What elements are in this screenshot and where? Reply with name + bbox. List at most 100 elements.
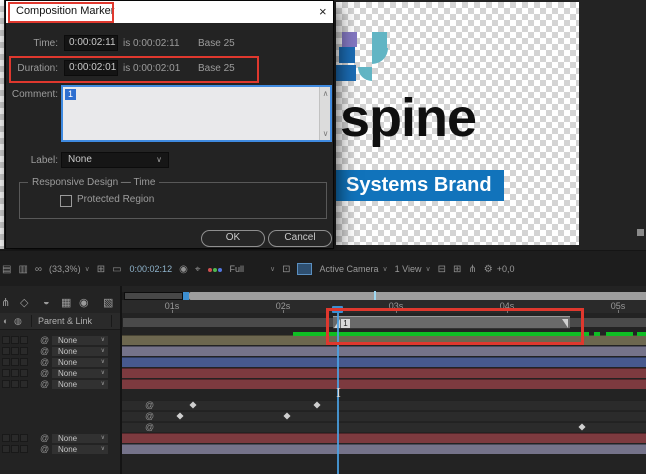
pickwhip-icon[interactable]: @	[40, 433, 49, 444]
view-layout-popup[interactable]: 1 View	[395, 264, 422, 274]
layer-switch-cell[interactable]	[11, 445, 19, 453]
logo-mark-square	[372, 48, 388, 64]
draft-3d-icon[interactable]: ◇	[20, 296, 28, 309]
comp-mini-flowchart-icon[interactable]: ⋔	[1, 296, 10, 309]
label-dropdown[interactable]: None ∨	[61, 152, 169, 168]
grid-guides-icon[interactable]: ⊞	[97, 264, 105, 275]
mini-flowchart-icon[interactable]: ⋔	[468, 264, 476, 275]
layer-switch-cell[interactable]	[20, 369, 28, 377]
monitor-icon[interactable]: ▤	[2, 264, 11, 275]
pixel-aspect-icon[interactable]: ⊟	[438, 264, 446, 275]
chevron-down-icon[interactable]: ∨	[383, 265, 388, 273]
parent-link-dropdown[interactable]: None ∨	[52, 369, 108, 378]
gear-icon[interactable]: ⚙	[484, 264, 493, 275]
layer-switch-cell[interactable]	[11, 380, 19, 388]
show-snapshot-icon[interactable]: ⌖	[195, 264, 201, 275]
layer-switch-cell[interactable]	[2, 445, 10, 453]
layer-switch-cell[interactable]	[11, 369, 19, 377]
close-icon[interactable]: ×	[319, 4, 327, 19]
magnification-ratio[interactable]: (33,3%)	[49, 264, 81, 274]
layer-switch-cell[interactable]	[20, 358, 28, 366]
scrollbar-thumb[interactable]	[637, 229, 644, 236]
comment-selected-text: 1	[65, 89, 76, 100]
layer-duration-bar[interactable]	[121, 346, 646, 356]
expression-pickwhip-icon[interactable]: @	[145, 422, 154, 433]
chevron-down-icon[interactable]: ∨	[426, 265, 431, 273]
panel-divider[interactable]	[120, 286, 122, 474]
protected-region-checkbox[interactable]	[60, 195, 72, 207]
layer-switch-cell[interactable]	[2, 369, 10, 377]
layer-switch-cell[interactable]	[20, 434, 28, 442]
preview-timecode[interactable]: 0:00:02:12	[130, 264, 173, 274]
layer-duration-bar[interactable]	[121, 433, 646, 443]
pickwhip-icon[interactable]: @	[40, 346, 49, 357]
time-input[interactable]: 0:00:02:11	[64, 35, 118, 51]
chevron-down-icon[interactable]: ∨	[270, 265, 275, 273]
property-row-track[interactable]	[121, 422, 646, 432]
scroll-down-icon[interactable]: ∨	[320, 129, 331, 138]
property-row-track[interactable]	[121, 411, 646, 421]
layer-switch-cell[interactable]	[20, 380, 28, 388]
parent-link-dropdown[interactable]: None ∨	[52, 445, 108, 454]
layer-switch-cell[interactable]	[20, 347, 28, 355]
layer-duration-bar[interactable]	[121, 379, 646, 389]
layer-switch-cell[interactable]	[20, 336, 28, 344]
shy-layers-icon[interactable]: ◒	[43, 296, 50, 308]
navigator-out-range[interactable]	[124, 292, 183, 300]
region-of-interest-icon[interactable]: ⊡	[282, 264, 290, 275]
graph-editor-icon[interactable]: ▧	[103, 296, 113, 309]
layer-switch-cell[interactable]	[11, 336, 19, 344]
parent-link-column-header[interactable]: Parent & Link	[38, 316, 92, 326]
pickwhip-icon[interactable]: @	[40, 357, 49, 368]
layer-duration-bar[interactable]	[121, 444, 646, 454]
parent-link-dropdown[interactable]: None ∨	[52, 336, 108, 345]
layer-switch-cell[interactable]	[11, 434, 19, 442]
timeline-navigator[interactable]	[120, 292, 646, 300]
parent-link-dropdown[interactable]: None ∨	[52, 358, 108, 367]
fast-previews-icon[interactable]: ⊞	[453, 264, 461, 275]
expression-pickwhip-icon[interactable]: @	[145, 411, 154, 422]
parent-link-dropdown[interactable]: None ∨	[52, 380, 108, 389]
layer-switch-cell[interactable]	[2, 434, 10, 442]
scroll-up-icon[interactable]: ∧	[320, 89, 331, 98]
layer-switch-cell[interactable]	[2, 358, 10, 366]
frame-blending-icon[interactable]: ▦	[61, 296, 71, 309]
ok-button[interactable]: OK	[201, 230, 265, 247]
protected-region-label: Protected Region	[77, 194, 154, 205]
screen-icon[interactable]: ▥	[18, 264, 27, 275]
camera-view-popup[interactable]: Active Camera	[319, 264, 378, 274]
layer-switch-cell[interactable]	[2, 347, 10, 355]
snapshot-camera-icon[interactable]: ◉	[179, 264, 188, 275]
layer-switch-cell[interactable]	[20, 445, 28, 453]
pickwhip-icon[interactable]: @	[40, 444, 49, 455]
timeline-layer-row: @ None ∨	[0, 357, 646, 368]
layer-switch-cell[interactable]	[2, 336, 10, 344]
layer-switch-cell[interactable]	[2, 380, 10, 388]
timeline-panel: ⋔ ◇ ◒ ▦ ◉ ▧ 01s 02s 03s	[0, 286, 646, 474]
cancel-button[interactable]: Cancel	[268, 230, 332, 247]
chevron-down-icon: ∨	[101, 380, 105, 389]
pickwhip-icon[interactable]: @	[40, 335, 49, 346]
show-channel-icon[interactable]	[207, 264, 222, 275]
comment-scrollbar[interactable]: ∧ ∨	[319, 87, 330, 140]
exposure-offset[interactable]: +0,0	[497, 264, 515, 274]
layer-switch-cell[interactable]	[11, 347, 19, 355]
timeline-layer-row: @ None ∨	[0, 346, 646, 357]
pickwhip-icon[interactable]: @	[40, 368, 49, 379]
motion-blur-icon[interactable]: ◉	[79, 296, 89, 309]
pickwhip-icon[interactable]: @	[40, 379, 49, 390]
expression-pickwhip-icon[interactable]: @	[145, 400, 154, 411]
transparency-grid-toggle[interactable]	[297, 263, 312, 275]
navigator-bar[interactable]	[189, 292, 646, 300]
layer-duration-bar[interactable]	[121, 357, 646, 367]
property-row-track[interactable]	[121, 400, 646, 410]
parent-link-dropdown[interactable]: None ∨	[52, 347, 108, 356]
resolution-popup[interactable]: Full	[229, 264, 244, 274]
mask-path-visibility-icon[interactable]: ▭	[112, 264, 121, 275]
parent-link-dropdown[interactable]: None ∨	[52, 434, 108, 443]
layer-switch-cell[interactable]	[11, 358, 19, 366]
chevron-down-icon[interactable]: ∨	[85, 265, 90, 273]
comment-textarea[interactable]: 1 ∧ ∨	[61, 85, 332, 142]
vr-goggles-icon[interactable]: ∞	[35, 264, 42, 275]
layer-duration-bar[interactable]	[121, 368, 646, 378]
